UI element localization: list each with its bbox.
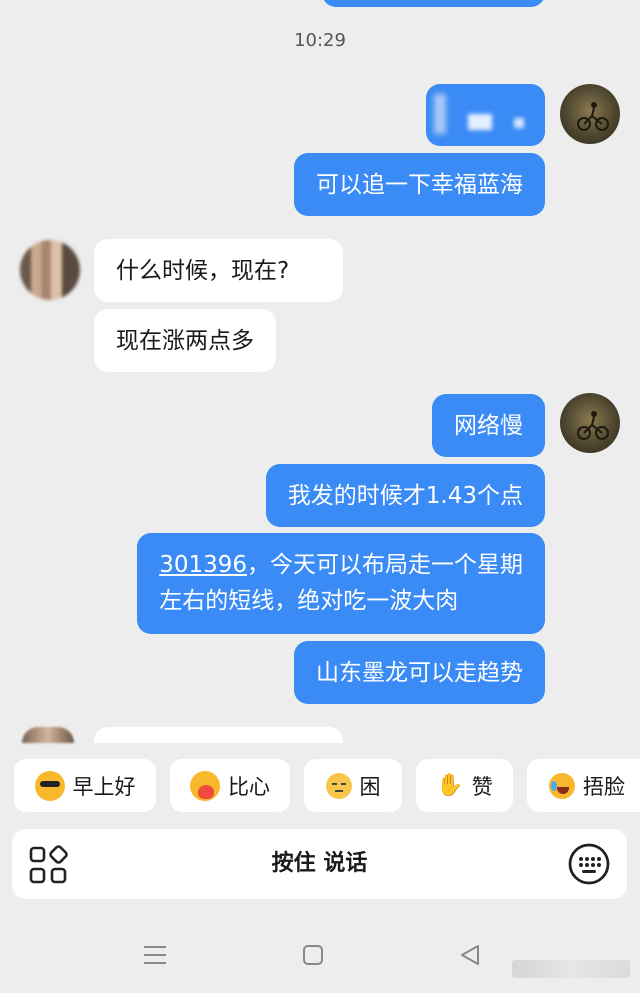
quick-reply-label: 赞: [471, 774, 493, 799]
quick-reply-label: 早上好: [72, 774, 136, 799]
laugh-cry-emoji-icon: [549, 772, 575, 799]
stock-code-link[interactable]: 301396: [159, 552, 247, 578]
message-bubble-out[interactable]: 我发的时候才1.43个点: [265, 464, 545, 527]
message-bubble-out[interactable]: 网络慢: [432, 394, 545, 457]
message-text: ，今天可以布局走一个星期: [247, 552, 523, 578]
menu-icon[interactable]: [143, 944, 167, 966]
apps-grid-icon[interactable]: [28, 845, 68, 885]
message-line-1: 301396，今天可以布局走一个星期: [159, 547, 523, 583]
previous-message-bubble-partial[interactable]: [322, 0, 545, 7]
message-bubble-out[interactable]: 山东墨龙可以走趋势: [294, 641, 545, 704]
quick-reply-good-morning[interactable]: 早上好: [14, 759, 156, 812]
sleepy-face-emoji-icon: [325, 772, 352, 799]
avatar-self[interactable]: [560, 393, 620, 453]
blurred-message-bubble[interactable]: [426, 84, 545, 146]
message-bubble-in[interactable]: 什么时候，现在?: [94, 239, 343, 302]
quick-reply-sleepy[interactable]: 困: [304, 759, 402, 812]
quick-reply-label: 捂脸: [583, 774, 625, 799]
quick-reply-label: 比心: [228, 774, 270, 799]
message-bubble-out[interactable]: 可以追一下幸福蓝海: [294, 153, 545, 216]
input-bar: 按住 说话: [12, 829, 627, 899]
message-bubble-in[interactable]: 现在涨两点多: [94, 309, 276, 372]
thumbs-up-emoji-icon: ✋: [436, 773, 464, 798]
heart-hands-emoji-icon: [190, 770, 220, 801]
hold-to-talk-button[interactable]: 按住 说话: [92, 829, 547, 899]
sun-glasses-emoji-icon: [34, 770, 65, 801]
avatar-contact[interactable]: [20, 240, 80, 300]
keyboard-icon[interactable]: [567, 842, 611, 886]
quick-reply-thumbs-up[interactable]: ✋ 赞: [416, 759, 513, 812]
message-line-2: 左右的短线，绝对吃一波大肉: [159, 588, 459, 614]
message-bubble-in-partial[interactable]: [94, 727, 343, 743]
timestamp: 10:29: [294, 30, 346, 51]
quick-reply-label: 困: [359, 774, 381, 799]
watermark: [512, 960, 630, 978]
system-nav-bar: [0, 920, 640, 993]
back-triangle-icon[interactable]: [458, 943, 482, 967]
quick-reply-heart[interactable]: 比心: [170, 759, 290, 812]
home-square-icon[interactable]: [302, 944, 324, 966]
avatar-self[interactable]: [560, 84, 620, 144]
avatar-contact-partial[interactable]: [22, 727, 74, 743]
quick-reply-facepalm[interactable]: 捂脸: [527, 759, 640, 812]
message-bubble-out-multiline[interactable]: 301396，今天可以布局走一个星期 左右的短线，绝对吃一波大肉: [137, 533, 545, 634]
